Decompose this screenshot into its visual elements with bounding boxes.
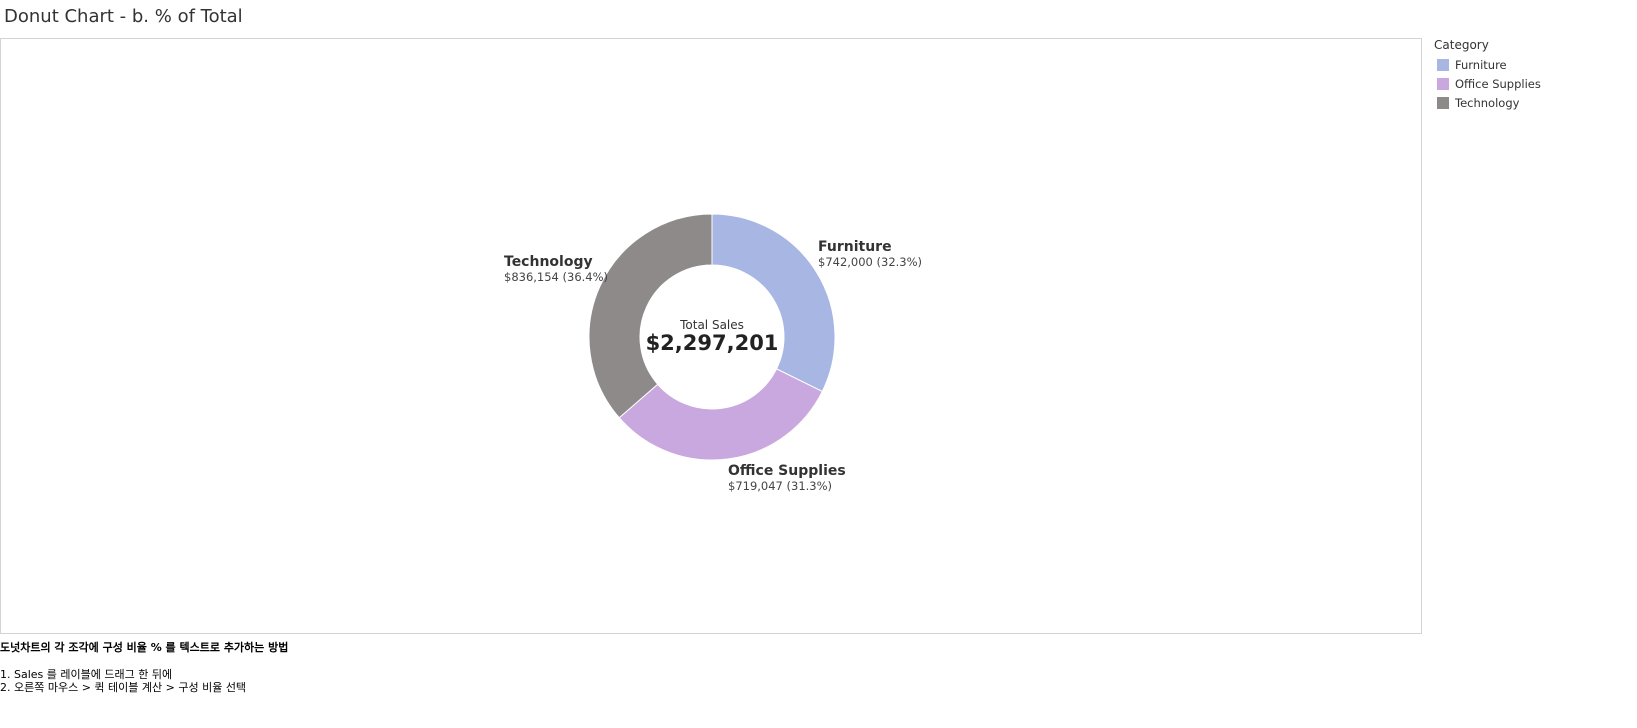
instruction-step: 1. Sales 를 레이블에 드래그 한 뒤에	[0, 668, 173, 681]
instructions-heading: 도넛차트의 각 조각에 구성 비율 % 를 텍스트로 추가하는 방법	[0, 641, 289, 654]
legend-label: Technology	[1455, 95, 1520, 110]
donut-chart[interactable]: Furniture$742,000 (32.3%) Office Supplies…	[1, 39, 1423, 635]
legend-item-technology[interactable]: Technology	[1434, 93, 1634, 112]
legend-label: Furniture	[1455, 57, 1507, 72]
slice-value-label-furniture: $742,000 (32.3%)	[818, 255, 922, 269]
legend-swatch-technology	[1437, 96, 1449, 109]
donut-slice-technology[interactable]	[588, 213, 713, 419]
slice-category-label-furniture: Furniture	[818, 239, 892, 255]
legend-swatch-furniture	[1437, 58, 1449, 71]
center-total-label: Total Sales	[679, 318, 744, 332]
slice-value-label-office-supplies: $719,047 (31.3%)	[728, 479, 832, 493]
slice-category-label-office-supplies: Office Supplies	[728, 463, 846, 479]
chart-area[interactable]: Furniture $742,000 (32.3%) Office Supplies…	[0, 38, 1422, 634]
donut-slice-furniture[interactable]	[711, 213, 836, 393]
legend-swatch-office-supplies	[1437, 77, 1449, 90]
legend-item-office-supplies[interactable]: Office Supplies	[1434, 74, 1634, 93]
slice-value-label-technology: $836,154 (36.4%)	[504, 270, 608, 284]
legend-item-furniture[interactable]: Furniture	[1434, 55, 1634, 74]
center-total-value: $2,297,201	[646, 331, 779, 355]
instructions: 도넛차트의 각 조각에 구성 비율 % 를 텍스트로 추가하는 방법 1. Sa…	[0, 641, 288, 694]
chart-title: Donut Chart - b. % of Total	[4, 6, 243, 27]
legend: Category Furniture Office Supplies Techn…	[1434, 38, 1634, 112]
page: Donut Chart - b. % of Total Furniture $74…	[0, 0, 1637, 728]
slice-category-label-technology: Technology	[504, 254, 593, 270]
instruction-step: 2. 오른쪽 마우스 > 퀵 테이블 계산 > 구성 비율 선택	[0, 681, 247, 694]
legend-label: Office Supplies	[1455, 76, 1541, 91]
legend-title: Category	[1434, 38, 1489, 52]
